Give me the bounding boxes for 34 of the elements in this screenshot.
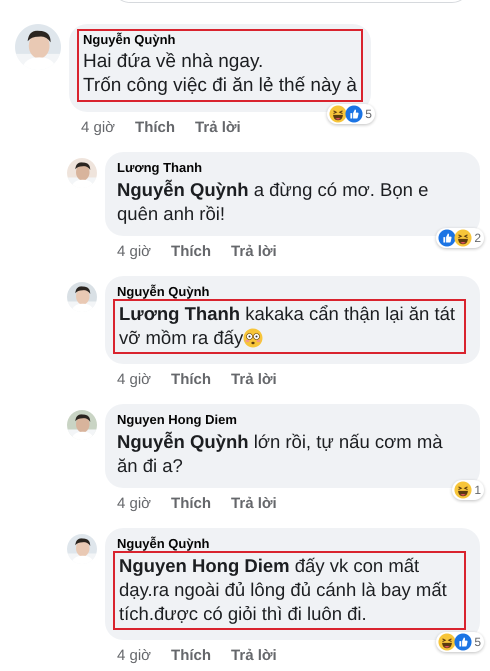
author-name[interactable]: Lương Thanh	[117, 160, 462, 175]
like-link[interactable]: Thích	[135, 119, 176, 136]
reply-link[interactable]: Trả lời	[195, 119, 241, 136]
author-name[interactable]: Nguyễn Quỳnh	[83, 32, 357, 47]
comment-text: Nguyễn Quỳnh lớn rồi, tự nấu cơm mà ăn đi a?	[117, 430, 444, 478]
reaction-number: 5	[365, 107, 372, 121]
laughing-face-icon	[454, 229, 472, 247]
comment-text: Hai đứa về nhà ngay. Trốn công việc đi ăn lẻ thế này à	[83, 50, 357, 98]
like-link[interactable]: Thích	[171, 495, 212, 512]
timestamp: 4 giờ	[117, 647, 152, 664]
comment-text: Nguyen Hong Diem đấy vk con mất dạy.ra ngoài đủ lông đủ cánh là bay mất tích.được có giỏi thì đi luôn đi.	[119, 554, 448, 626]
like-link[interactable]: Thích	[171, 243, 212, 260]
like-link[interactable]: Thích	[171, 647, 212, 664]
timestamp: 4 giờ	[81, 119, 116, 136]
reply-link[interactable]: Trả lời	[231, 647, 277, 664]
author-name[interactable]: Nguyễn Quỳnh	[117, 284, 462, 299]
flushed-face-icon	[243, 328, 264, 348]
author-name[interactable]: Nguyễn Quỳnh	[117, 536, 462, 551]
timestamp: 4 giờ	[117, 243, 152, 260]
comment-text: Nguyễn Quỳnh a đừng có mơ. Bọn e quên anh rồi!	[117, 178, 430, 226]
laughing-face-icon	[454, 481, 472, 499]
author-name[interactable]: Nguyen Hong Diem	[117, 412, 462, 427]
like-link[interactable]: Thích	[171, 371, 212, 388]
reaction-number: 2	[474, 231, 481, 245]
timestamp: 4 giờ	[117, 371, 152, 388]
laughing-face-icon	[329, 105, 348, 123]
reply-link[interactable]: Trả lời	[231, 495, 277, 512]
reaction-number: 5	[474, 635, 481, 649]
reply-link[interactable]: Trả lời	[231, 371, 277, 388]
laughing-face-icon	[438, 633, 456, 651]
reaction-number: 1	[474, 483, 481, 497]
timestamp: 4 giờ	[117, 495, 152, 512]
comment-text: Lương Thanh kakaka cẩn thận lại ăn tát vỡ mồm ra đấy	[119, 302, 456, 350]
reply-link[interactable]: Trả lời	[231, 243, 277, 260]
